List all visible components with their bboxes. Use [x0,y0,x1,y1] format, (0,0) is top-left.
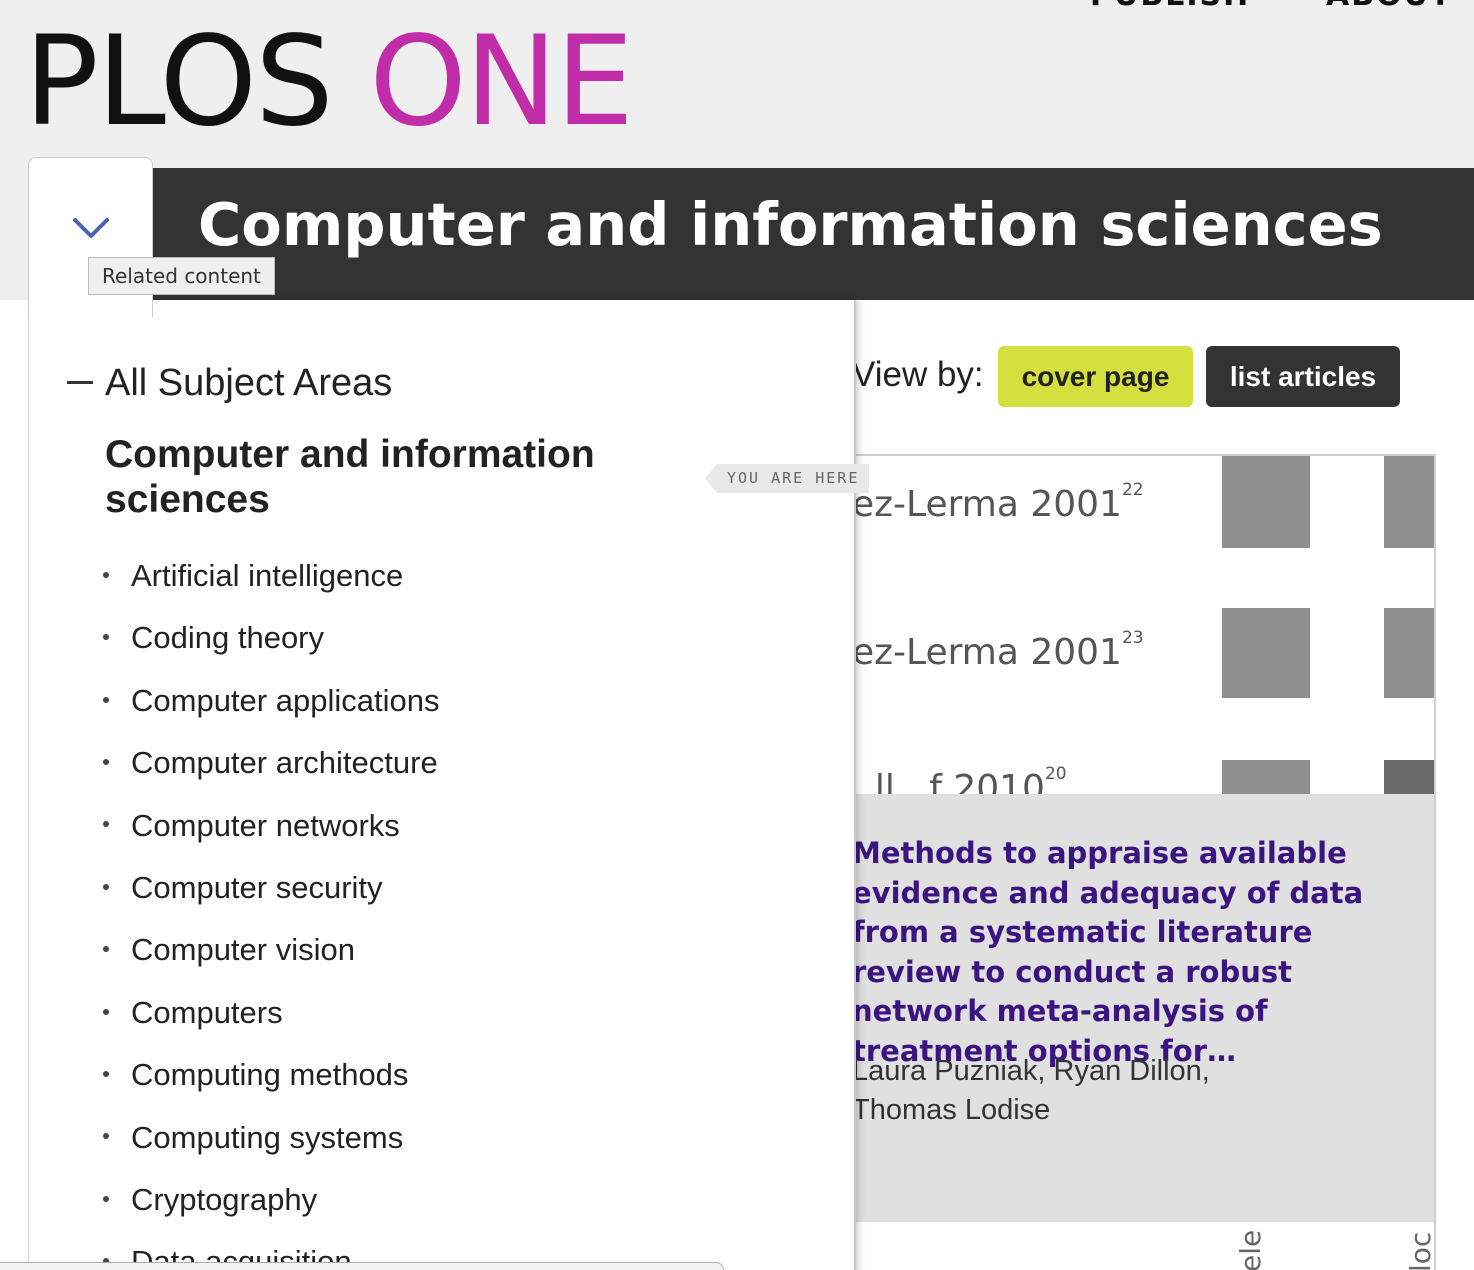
subject-item-label: Computer security [131,869,383,905]
chevron-down-icon[interactable] [71,212,111,242]
article-title-link[interactable]: Methods to appraise available evidence a… [852,834,1392,1071]
all-subject-areas-link[interactable]: All Subject Areas [67,362,392,405]
figure-row-label: ez-Lerma 200123 [852,628,1144,673]
bullet-icon [103,883,109,890]
bullet-icon [103,1133,109,1140]
subject-item-label: Computing systems [131,1119,404,1155]
bullet-icon [103,821,109,828]
figure-row-label: ..ll...f 201020 [852,764,1067,794]
site-header: PUBLISH ABOUT PLOS ONE [0,0,1474,168]
article-authors: Laura Puzniak, Ryan Dillon, Thomas Lodis… [852,1055,1210,1126]
list-articles-button[interactable]: list articles [1206,346,1400,407]
bullet-icon [103,946,109,953]
subject-item-label: Computers [131,994,283,1030]
subject-item-artificial-intelligence[interactable]: Artificial intelligence [103,558,439,620]
subject-item-computer-architecture[interactable]: Computer architecture [103,745,439,807]
bullet-icon [103,634,109,641]
bullet-icon [103,1070,109,1077]
nav-publish-link[interactable]: PUBLISH [1090,0,1250,13]
subject-areas-panel: All Subject Areas Computer and informati… [28,300,870,1270]
logo-one: ONE [369,10,634,154]
subject-item-label: Artificial intelligence [131,558,404,593]
subject-item-label: Coding theory [131,620,325,656]
subject-item-computer-security[interactable]: Computer security [103,870,439,932]
figure-block [1222,760,1310,794]
horizontal-scrollbar[interactable] [0,1262,724,1270]
subject-item-computer-networks[interactable]: Computer networks [103,808,439,870]
bullet-icon [103,571,109,578]
article-info: Methods to appraise available evidence a… [852,794,1434,1222]
bullet-icon [103,696,109,703]
subject-item-label: Computer applications [131,682,440,718]
figure-block [1384,456,1434,548]
page-title: Computer and information sciences [198,190,1383,259]
subject-item-label: Computer architecture [131,745,438,781]
subject-item-computer-vision[interactable]: Computer vision [103,932,439,994]
article-figure-thumbnail[interactable]: ez-Lerma 200122 ez-Lerma 200123 ..ll...f… [852,456,1434,794]
article-card[interactable]: ez-Lerma 200122 ez-Lerma 200123 ..ll...f… [852,454,1436,1270]
subject-item-cryptography[interactable]: Cryptography [103,1182,439,1244]
figure-axis-label: loc [1404,1231,1436,1270]
subject-item-label: Cryptography [131,1181,318,1217]
plos-one-logo[interactable]: PLOS ONE [24,20,634,144]
next-figure-preview: ele loc [852,1222,1436,1270]
figure-block [1384,608,1434,698]
subject-item-computing-systems[interactable]: Computing systems [103,1120,439,1182]
collapse-minus-icon [67,381,93,385]
bullet-icon [103,1008,109,1015]
subject-item-computing-methods[interactable]: Computing methods [103,1057,439,1119]
subject-item-computer-applications[interactable]: Computer applications [103,683,439,745]
subcategory-list: Artificial intelligence Coding theory Co… [103,558,439,1270]
all-subject-areas-label: All Subject Areas [105,362,393,404]
figure-block [1222,608,1310,698]
logo-plos: PLOS [24,10,334,154]
subject-item-computers[interactable]: Computers [103,995,439,1057]
you-are-here-badge: YOU ARE HERE [705,464,870,493]
view-by-label: View by: [852,355,984,394]
nav-about-link[interactable]: ABOUT [1326,0,1452,13]
related-content-tooltip: Related content [88,257,275,295]
figure-block [1384,760,1434,794]
figure-block [1222,456,1310,548]
subject-item-label: Computing methods [131,1057,409,1093]
subject-item-label: Computer networks [131,807,400,843]
figure-axis-label: ele [1234,1229,1267,1270]
figure-row-label: ez-Lerma 200122 [852,480,1144,525]
bullet-icon [103,1195,109,1202]
cover-page-button[interactable]: cover page [998,346,1193,407]
current-subject-heading: Computer and information sciences [105,433,595,521]
bullet-icon [103,758,109,765]
subject-item-label: Computer vision [131,932,355,968]
subject-item-coding-theory[interactable]: Coding theory [103,620,439,682]
